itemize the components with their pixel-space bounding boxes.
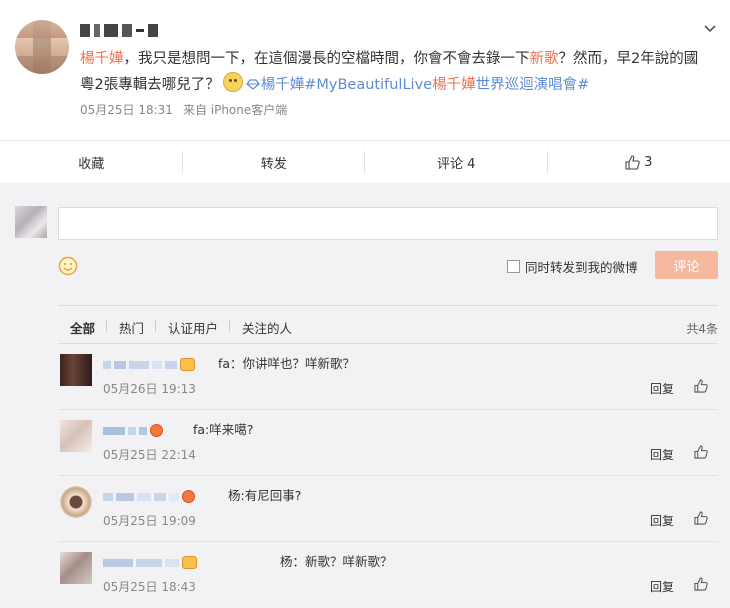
member-badge-icon — [180, 358, 195, 371]
commenter-avatar[interactable] — [60, 486, 92, 518]
comment-item: fa：你讲咩也？咩新歌？ 05月26日 19:13 回复 — [58, 344, 718, 410]
topic-name-link[interactable]: 楊千嬅 — [432, 77, 476, 93]
smile-emoji-icon — [223, 72, 243, 92]
also-repost-label: 同时转发到我的微博 — [525, 257, 638, 276]
my-avatar — [15, 206, 47, 238]
repost-label: 转发 — [261, 153, 287, 172]
tab-following[interactable]: 关注的人 — [230, 318, 304, 337]
favorite-button[interactable]: 收藏 — [0, 141, 183, 183]
comment-time: 05月25日 19:09 — [103, 512, 196, 529]
commenter-name-obscured[interactable] — [103, 358, 195, 371]
tab-all[interactable]: 全部 — [58, 318, 107, 337]
chevron-down-icon[interactable] — [704, 22, 716, 34]
reply-button[interactable]: 回复 — [650, 380, 674, 397]
comment-text: 杨:有尼回事? — [228, 485, 301, 504]
weibo-post-card: 楊千嬅，我只是想問一下，在這個漫長的空檔時間，你會不會去錄一下新歌？然而，早2年… — [0, 0, 730, 183]
comment-text: fa:咩来噶? — [193, 419, 253, 438]
post-source[interactable]: 来自 iPhone客户端 — [183, 103, 287, 117]
tab-hot[interactable]: 热门 — [107, 318, 156, 337]
commenter-avatar[interactable] — [60, 354, 92, 386]
comment-item: fa:咩来噶? 05月25日 22:14 回复 — [58, 410, 718, 476]
post-date[interactable]: 05月25日 18:31 — [80, 103, 173, 117]
comment-total: 共4条 — [686, 320, 718, 337]
thumbs-up-icon[interactable] — [694, 444, 708, 460]
commenter-avatar[interactable] — [60, 552, 92, 584]
comment-text: 杨：新歌？咩新歌？ — [280, 551, 393, 570]
author-name-obscured[interactable] — [80, 20, 158, 40]
thumbs-up-icon[interactable] — [694, 510, 708, 526]
author-avatar[interactable] — [15, 20, 69, 74]
like-count: 3 — [644, 155, 652, 170]
comment-button[interactable]: 评论 4 — [365, 141, 548, 183]
comment-text: fa：你讲咩也？咩新歌？ — [218, 353, 355, 372]
comment-item: 杨：新歌？咩新歌？ 05月25日 18:43 回复 — [58, 542, 718, 608]
submit-comment-button[interactable]: 评论 — [655, 251, 718, 279]
favorite-label: 收藏 — [78, 153, 104, 172]
comment-label: 评论 4 — [437, 153, 475, 172]
repost-button[interactable]: 转发 — [183, 141, 366, 183]
reply-button[interactable]: 回复 — [650, 512, 674, 529]
member-badge-icon — [182, 556, 197, 569]
thumbs-up-icon[interactable] — [694, 576, 708, 592]
comment-filter-tabs: 全部 热门 认证用户 关注的人 — [58, 318, 304, 337]
action-bar: 收藏 转发 评论 4 3 — [0, 141, 730, 183]
reply-button[interactable]: 回复 — [650, 578, 674, 595]
tab-verified[interactable]: 认证用户 — [156, 318, 230, 337]
like-button[interactable]: 3 — [548, 141, 730, 183]
comment-time: 05月26日 19:13 — [103, 380, 196, 397]
commenter-name-obscured[interactable] — [103, 424, 163, 437]
thumbs-up-icon[interactable] — [694, 378, 708, 394]
thumbs-up-icon — [625, 155, 640, 170]
topic-rest-link[interactable]: 世界巡迴演唱會# — [476, 77, 590, 93]
post-text-part1: ，我只是想問一下，在這個漫長的空檔時間，你會不會去錄一下 — [124, 51, 530, 67]
commenter-name-obscured[interactable] — [103, 556, 197, 569]
highlight-word[interactable]: 新歌 — [530, 51, 559, 67]
member-badge-icon — [182, 490, 195, 503]
topic-icon — [246, 79, 260, 90]
topic-tag-link[interactable]: #MyBeautifulLive — [304, 77, 432, 93]
commenter-name-obscured[interactable] — [103, 490, 195, 503]
comment-time: 05月25日 22:14 — [103, 446, 196, 463]
mention-link[interactable]: 楊千嬅 — [80, 51, 124, 67]
emoji-picker-icon[interactable] — [58, 256, 78, 276]
commenter-avatar[interactable] — [60, 420, 92, 452]
reply-button[interactable]: 回复 — [650, 446, 674, 463]
post-text: 楊千嬅，我只是想問一下，在這個漫長的空檔時間，你會不會去錄一下新歌？然而，早2年… — [80, 46, 710, 98]
also-repost-checkbox[interactable] — [507, 260, 520, 273]
divider — [58, 305, 718, 306]
comment-item: 杨:有尼回事? 05月25日 19:09 回复 — [58, 476, 718, 542]
topic-prefix-link[interactable]: 楊千嬅 — [261, 77, 305, 93]
comment-time: 05月25日 18:43 — [103, 578, 196, 595]
member-badge-icon — [150, 424, 163, 437]
also-repost-option[interactable]: 同时转发到我的微博 — [507, 257, 638, 276]
post-meta: 05月25日 18:31 来自 iPhone客户端 — [80, 101, 297, 118]
comment-input[interactable] — [58, 207, 718, 240]
